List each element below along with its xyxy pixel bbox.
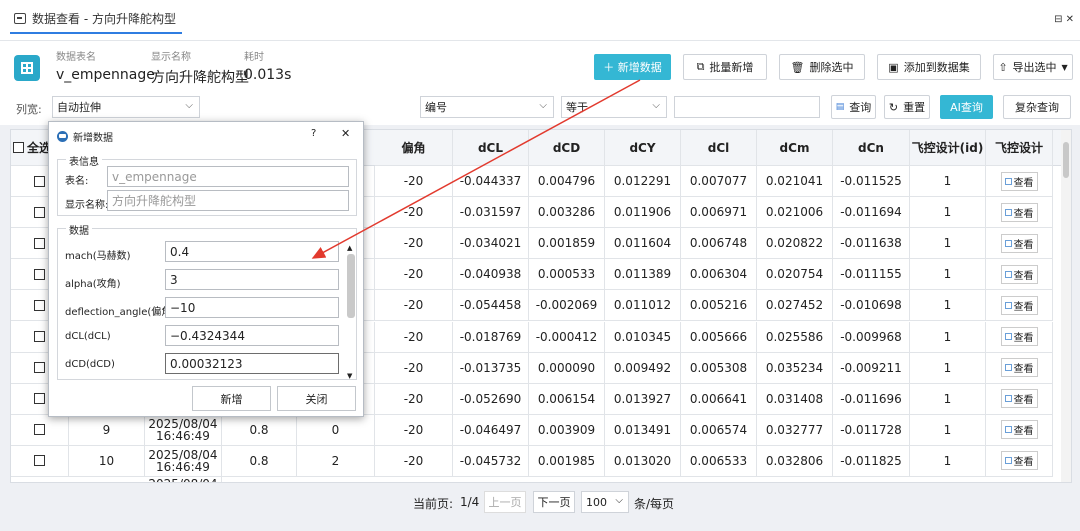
annotation-arrow bbox=[311, 79, 641, 259]
